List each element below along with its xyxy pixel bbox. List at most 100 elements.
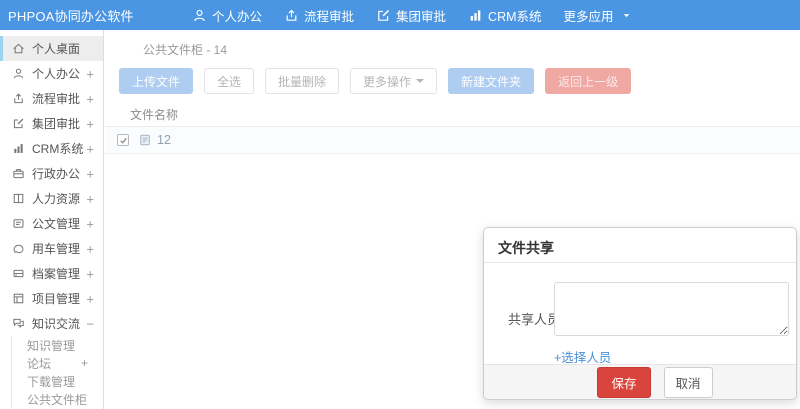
table-row[interactable]: 12 bbox=[105, 127, 800, 154]
chat-icon bbox=[12, 317, 25, 330]
sidebar-subitem-label: 论坛 bbox=[27, 356, 52, 371]
sidebar-item-12[interactable]: 知识交流 − bbox=[0, 311, 103, 336]
sidebar-item-3[interactable]: 流程审批 + bbox=[0, 86, 103, 111]
sidebar-item-label: 档案管理 bbox=[32, 267, 81, 281]
toolbar-button-label: 上传文件 bbox=[132, 74, 181, 89]
sidebar-item-label: 行政办公 bbox=[32, 167, 81, 181]
sidebar-item-5[interactable]: CRM系统 + bbox=[0, 136, 103, 161]
sidebar-subitem-label: 公共文件柜 bbox=[27, 392, 88, 407]
sidebar-item-6[interactable]: 行政办公 + bbox=[0, 161, 103, 186]
breadcrumb: 公共文件柜 - 14 bbox=[105, 30, 800, 58]
toolbar-button-2[interactable]: 全选 bbox=[204, 68, 255, 94]
document-icon bbox=[12, 217, 25, 230]
sidebar: 个人桌面 个人办公 + 流程审批 + 集团审批 + CRM系统 + 行政办公 + 人力资源 + 公文管理 +… bbox=[0, 30, 104, 409]
topnav-item-1[interactable]: 个人办公 bbox=[192, 6, 262, 25]
collapse-minus-icon[interactable]: − bbox=[86, 316, 94, 331]
expand-plus-icon[interactable]: + bbox=[86, 291, 94, 306]
sidebar-item-4[interactable]: 集团审批 + bbox=[0, 111, 103, 136]
cancel-button[interactable]: 取消 bbox=[663, 366, 713, 398]
home-icon bbox=[12, 42, 25, 55]
toolbar-button-label: 返回上一级 bbox=[558, 74, 619, 89]
sidebar-item-11[interactable]: 项目管理 + bbox=[0, 286, 103, 311]
file-table-header: 文件名称 bbox=[105, 102, 800, 127]
sidebar-item-label: 用车管理 bbox=[32, 242, 81, 256]
folder-icon bbox=[121, 42, 136, 57]
file-name: 12 bbox=[157, 133, 171, 147]
toolbar-button-label: 批量删除 bbox=[278, 74, 327, 89]
expand-plus-icon[interactable]: + bbox=[81, 356, 88, 370]
toolbar-button-3[interactable]: 批量删除 bbox=[265, 68, 340, 94]
dialog-header: 文件共享 bbox=[484, 228, 796, 263]
sidebar-subitem-4[interactable]: 公共文件柜 bbox=[12, 390, 103, 408]
top-navigation: 个人办公 流程审批 集团审批 CRM系统 更多应用 bbox=[192, 6, 654, 25]
expand-plus-icon[interactable]: + bbox=[86, 141, 94, 156]
chart-icon bbox=[468, 8, 483, 23]
dialog-footer: 保存 取消 bbox=[484, 364, 796, 399]
sidebar-item-label: 公文管理 bbox=[32, 217, 81, 231]
car-icon bbox=[12, 242, 25, 255]
sidebar-subitem-3[interactable]: 下载管理 bbox=[12, 372, 103, 390]
sidebar-item-label: 项目管理 bbox=[32, 292, 81, 306]
expand-plus-icon[interactable]: + bbox=[86, 191, 94, 206]
expand-plus-icon[interactable]: + bbox=[86, 216, 94, 231]
breadcrumb-text: 公共文件柜 - 14 bbox=[143, 43, 228, 57]
sidebar-item-8[interactable]: 公文管理 + bbox=[0, 211, 103, 236]
toolbar-button-label: 全选 bbox=[217, 74, 242, 89]
topnav-item-4[interactable]: CRM系统 bbox=[468, 6, 542, 25]
sidebar-item-label: 个人桌面 bbox=[32, 42, 81, 56]
toolbar-button-label: 更多操作 bbox=[363, 74, 412, 89]
expand-plus-icon[interactable]: + bbox=[86, 116, 94, 131]
edit-icon bbox=[376, 8, 391, 23]
expand-plus-icon[interactable]: + bbox=[86, 66, 94, 81]
toolbar-button-6[interactable]: 返回上一级 bbox=[545, 68, 632, 94]
share-icon bbox=[284, 8, 299, 23]
sidebar-subitem-1[interactable]: 知识管理 bbox=[12, 336, 103, 354]
sidebar-item-7[interactable]: 人力资源 + bbox=[0, 186, 103, 211]
toolbar-button-5[interactable]: 新建文件夹 bbox=[448, 68, 535, 94]
archive-icon bbox=[12, 267, 25, 280]
toolbar-button-1[interactable]: 上传文件 bbox=[119, 68, 194, 94]
topbar: PHPOA协同办公软件 个人办公 流程审批 集团审批 CRM系统 更多应用 bbox=[0, 0, 800, 30]
sidebar-item-2[interactable]: 个人办公 + bbox=[0, 61, 103, 86]
sidebar-item-9[interactable]: 用车管理 + bbox=[0, 236, 103, 261]
share-icon bbox=[12, 92, 25, 105]
save-button[interactable]: 保存 bbox=[597, 366, 651, 398]
caret-down-icon bbox=[621, 10, 632, 21]
toolbar-button-4[interactable]: 更多操作 bbox=[350, 68, 438, 94]
caret-down-icon bbox=[416, 79, 425, 83]
sidebar-subitem-2[interactable]: 论坛 + bbox=[12, 354, 103, 372]
hamburger-menu-button[interactable] bbox=[148, 0, 174, 30]
share-members-textarea[interactable] bbox=[554, 282, 789, 336]
topnav-item-3[interactable]: 集团审批 bbox=[376, 6, 446, 25]
sidebar-item-label: 个人办公 bbox=[32, 67, 81, 81]
sidebar-item-label: 知识交流 bbox=[32, 317, 81, 331]
file-table: 文件名称 12 bbox=[105, 102, 800, 154]
topnav-item-5[interactable]: 更多应用 bbox=[564, 6, 632, 25]
topnav-item-2[interactable]: 流程审批 bbox=[284, 6, 354, 25]
briefcase-icon bbox=[12, 167, 25, 180]
edit-icon bbox=[12, 117, 25, 130]
expand-plus-icon[interactable]: + bbox=[86, 266, 94, 281]
topnav-item-label: 集团审批 bbox=[396, 9, 447, 24]
book-icon bbox=[12, 192, 25, 205]
expand-plus-icon[interactable]: + bbox=[86, 241, 94, 256]
dialog-title: 文件共享 bbox=[498, 240, 554, 256]
dialog-body: 共享人员 +选择人员 bbox=[484, 263, 796, 366]
share-members-label: 共享人员 bbox=[508, 312, 561, 327]
expand-plus-icon[interactable]: + bbox=[86, 166, 94, 181]
chart-icon bbox=[12, 142, 25, 155]
sidebar-item-1[interactable]: 个人桌面 bbox=[0, 36, 103, 61]
user-icon bbox=[192, 8, 207, 23]
sidebar-item-label: 集团审批 bbox=[32, 117, 81, 131]
row-checkbox[interactable] bbox=[117, 134, 129, 146]
toolbar-button-label: 新建文件夹 bbox=[461, 74, 522, 89]
sidebar-submenu: 知识管理论坛 + 下载管理公共文件柜 bbox=[11, 336, 103, 408]
file-toolbar: 上传文件 全选 批量删除 更多操作 新建文件夹 返回上一级 bbox=[105, 68, 800, 94]
app-logo: PHPOA协同办公软件 bbox=[8, 8, 134, 24]
topnav-item-label: 更多应用 bbox=[563, 9, 614, 24]
sidebar-item-10[interactable]: 档案管理 + bbox=[0, 261, 103, 286]
user-icon bbox=[12, 67, 25, 80]
column-header-filename: 文件名称 bbox=[130, 107, 179, 122]
sidebar-item-label: 流程审批 bbox=[32, 92, 81, 106]
expand-plus-icon[interactable]: + bbox=[86, 91, 94, 106]
